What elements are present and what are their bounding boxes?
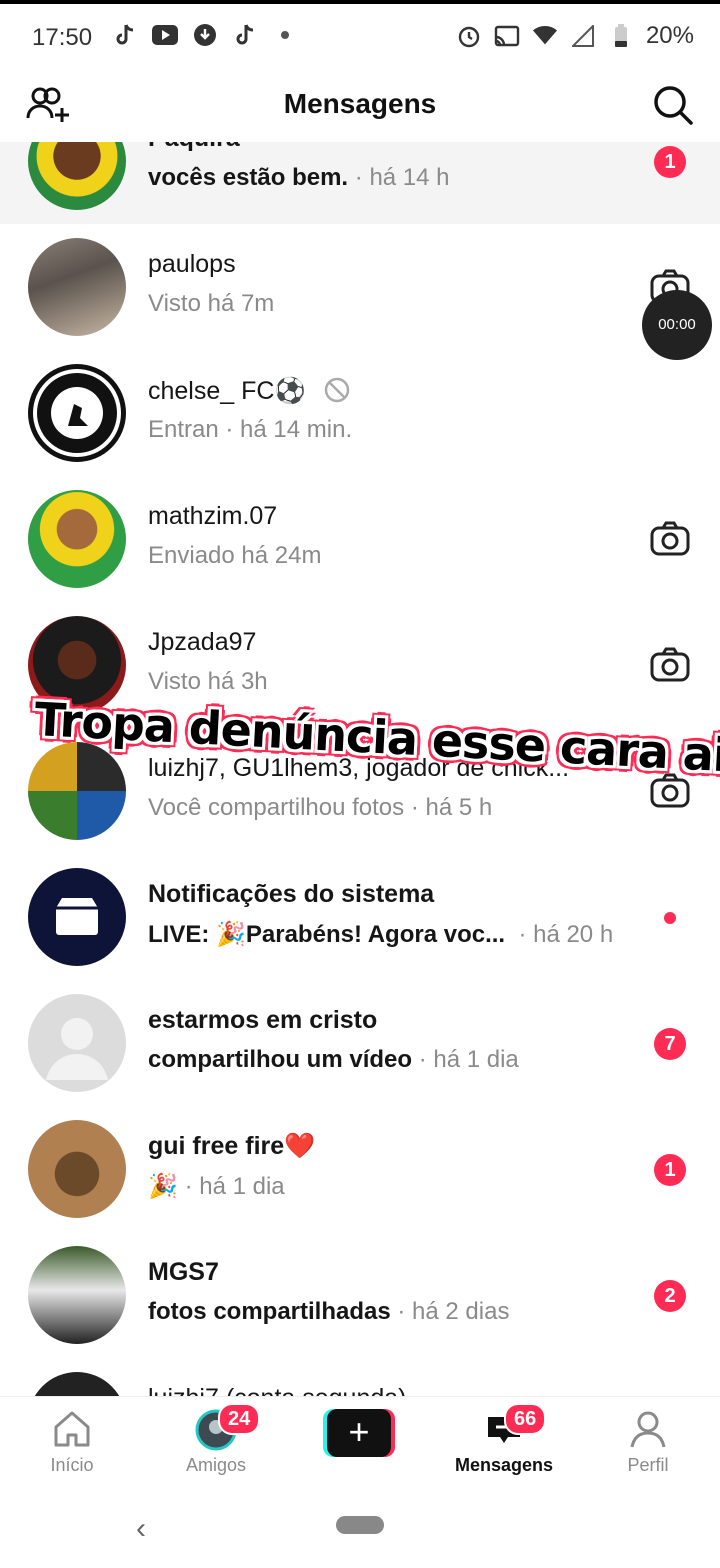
tiktok-icon [232, 22, 258, 48]
signal-icon [570, 23, 596, 49]
conversation-name: mathzim.07 [148, 502, 278, 530]
conversation-name: luizhj7 (conta segunda) [148, 1384, 407, 1396]
default-avatar-icon [46, 1018, 108, 1080]
chelsea-crest-icon [33, 369, 121, 457]
unread-badge: 7 [654, 1028, 686, 1060]
unread-badge: 2 [654, 1280, 686, 1312]
notification-icons [112, 22, 298, 48]
recording-timer[interactable]: 00:00 [642, 290, 712, 360]
status-time: 17:50 [32, 24, 93, 51]
conversation-name: estarmos em cristo [148, 1006, 378, 1034]
conversation-row[interactable]: paulops Visto há 7m [0, 224, 720, 350]
nav-friends-label: Amigos [185, 1455, 247, 1475]
nav-inbox[interactable]: 66 Mensagens [444, 1397, 564, 1493]
conversation-row[interactable]: chelse_ FC⚽ Entran · há 14 min. [0, 350, 720, 476]
conversation-subtitle: 🎉 · há 1 dia [148, 1173, 285, 1200]
conversation-subtitle: Entran · há 14 min. [148, 416, 353, 443]
conversation-subtitle: vocês estão bem. · há 14 h [148, 164, 450, 191]
dot-icon [272, 22, 298, 48]
page-title: Mensagens [283, 88, 437, 119]
conversation-name: MGS7 [148, 1258, 219, 1286]
conversation-name: Jpzada97 [148, 628, 257, 656]
conversation-subtitle: Você compartilhou fotos · há 5 h [148, 794, 493, 821]
screen: 17:50 20% Mensagens vocês estão bem. · h… [0, 0, 720, 1568]
conversation-name: Paquira [148, 142, 240, 153]
unread-dot [664, 912, 676, 924]
avatar [28, 238, 126, 336]
conversation-row[interactable]: MGS7 fotos compartilhadas · há 2 dias 2 [0, 1232, 720, 1358]
conversation-row[interactable]: estarmos em cristo compartilhou um vídeo… [0, 980, 720, 1106]
avatar [28, 994, 126, 1092]
create-button[interactable]: + [323, 1409, 395, 1457]
conversation-subtitle: Visto há 3h [148, 668, 268, 695]
avatar [28, 1246, 126, 1344]
cast-icon [494, 23, 520, 49]
youtube-icon [152, 22, 178, 48]
system-nav-bar: ‹ [0, 1492, 720, 1568]
battery-icon [608, 23, 634, 49]
conversation-subtitle: fotos compartilhadas · há 2 dias [148, 1298, 510, 1325]
conversation-row[interactable]: luizhj7 (conta segunda) [0, 1358, 720, 1396]
nav-profile-label: Perfil [627, 1455, 669, 1475]
conversation-name: gui free fire❤️ [148, 1132, 316, 1160]
back-icon[interactable]: ‹ [136, 1512, 146, 1546]
conversation-row[interactable]: mathzim.07 Enviado há 24m [0, 476, 720, 602]
conversation-name: chelse_ FC⚽ [148, 376, 351, 406]
wifi-icon [532, 23, 558, 49]
tiktok-icon [112, 22, 138, 48]
status-bar: 17:50 20% [0, 8, 720, 68]
camera-icon[interactable] [650, 520, 690, 556]
home-icon [54, 1411, 90, 1447]
inbox-icon [56, 898, 98, 935]
avatar [28, 1372, 126, 1396]
muted-icon [324, 377, 349, 403]
conversation-row[interactable]: Notificações do sistema LIVE: 🎉Parabéns!… [0, 854, 720, 980]
plus-icon: + [327, 1409, 391, 1457]
avatar [28, 490, 126, 588]
avatar [28, 142, 126, 210]
battery-percent: 20% [645, 22, 694, 49]
nav-home[interactable]: Início [12, 1397, 132, 1493]
unread-badge: 1 [654, 146, 686, 178]
conversation-subtitle: LIVE: 🎉Parabéns! Agora voc... · há 20 h [148, 921, 614, 948]
home-pill[interactable] [336, 1516, 384, 1534]
friends-badge: 24 [218, 1403, 261, 1435]
search-icon[interactable] [652, 84, 694, 126]
nav-inbox-label: Mensagens [454, 1455, 554, 1475]
avatar [28, 868, 126, 966]
conversation-name: paulops [148, 250, 236, 278]
conversation-subtitle: Enviado há 24m [148, 542, 322, 569]
avatar [28, 742, 126, 840]
alarm-icon [456, 23, 482, 49]
bottom-nav: Início 24 Amigos + 66 Mensagens Perfil [0, 1396, 720, 1493]
nav-friends[interactable]: 24 Amigos [156, 1397, 276, 1493]
system-status-icons: 20% [456, 22, 694, 50]
nav-home-label: Início [50, 1455, 94, 1475]
conversation-name: Notificações do sistema [148, 880, 435, 908]
avatar [28, 1120, 126, 1218]
inbox-badge: 66 [504, 1403, 547, 1435]
unread-badge: 1 [654, 1154, 686, 1186]
conversation-row[interactable]: Paquira vocês estão bem. · há 14 h 1 [0, 142, 720, 224]
profile-icon [630, 1411, 666, 1448]
conversation-row[interactable]: gui free fire❤️ 🎉 · há 1 dia 1 [0, 1106, 720, 1232]
avatar [28, 364, 126, 462]
download-icon [192, 22, 218, 48]
nav-profile[interactable]: Perfil [588, 1397, 708, 1493]
header: Mensagens [0, 70, 720, 142]
conversation-subtitle: Visto há 7m [148, 290, 275, 317]
camera-icon[interactable] [650, 646, 690, 682]
conversation-subtitle: compartilhou um vídeo · há 1 dia [148, 1046, 519, 1073]
